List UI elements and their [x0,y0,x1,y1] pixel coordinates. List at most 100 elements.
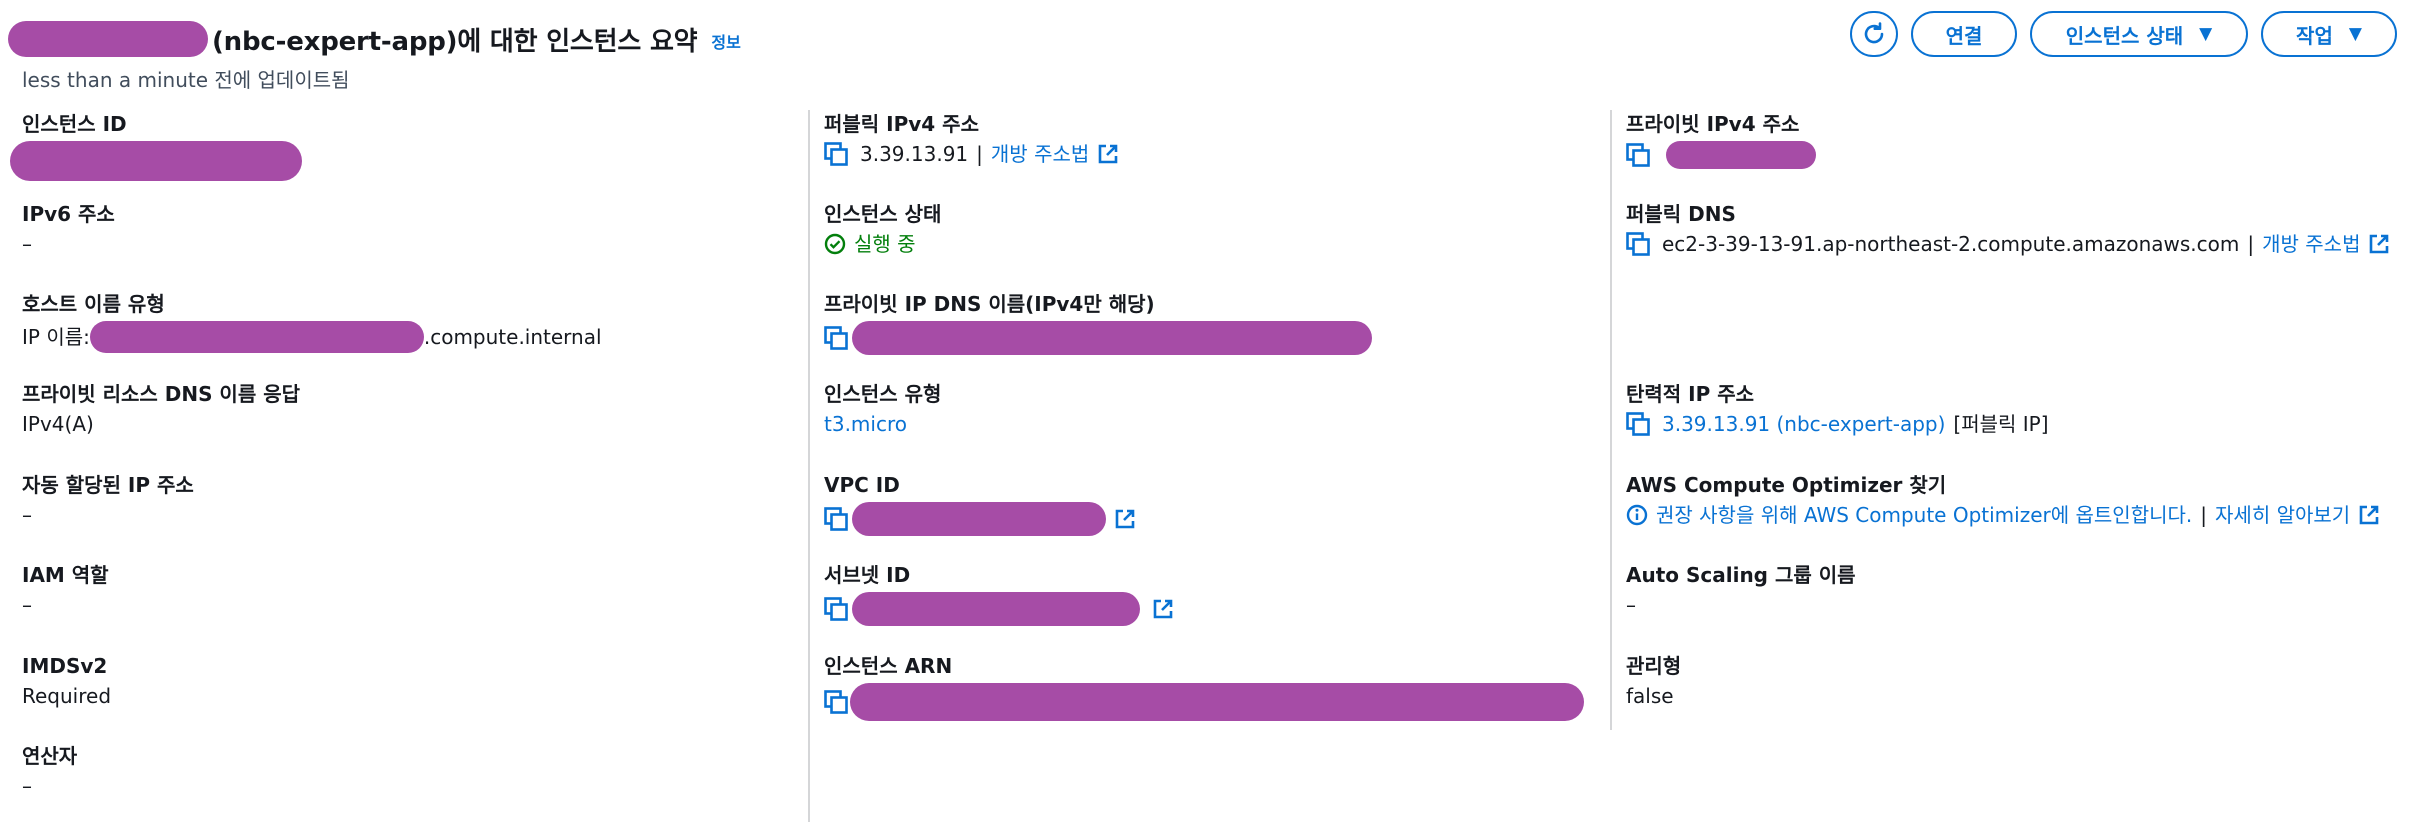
redacted-instance-id [8,21,208,57]
field-instance-type: 인스턴스 유형 t3.micro [824,381,941,437]
elastic-ip-value[interactable]: 3.39.13.91 (nbc-expert-app) [1662,411,1945,437]
field-auto-ip: 자동 할당된 IP 주소 – [22,472,194,528]
imdsv2-value: Required [22,684,112,708]
learn-more-link[interactable]: 자세히 알아보기 [2215,502,2350,528]
redacted-instance-arn [850,683,1584,721]
ipv6-value: – [22,232,32,256]
field-elastic-ip: 탄력적 IP 주소 3.39.13.91 (nbc-expert-app) [퍼… [1626,381,2049,437]
iam-role-value: – [22,593,32,617]
field-private-ipv4: 프라이빗 IPv4 주소 [1626,111,1816,169]
copy-icon[interactable] [1626,412,1652,436]
column-divider [1610,110,1612,730]
info-icon [1626,504,1648,526]
field-imdsv2: IMDSv2 Required [22,653,111,709]
connect-button[interactable]: 연결 [1911,11,2017,57]
page-header: (nbc-expert-app)에 대한 인스턴스 요약 정보 [8,10,741,68]
asg-label: Auto Scaling 그룹 이름 [1626,563,1856,587]
instance-arn-label: 인스턴스 ARN [824,654,953,678]
ipv6-label: IPv6 주소 [22,202,115,226]
caret-down-icon: ▼ [2199,24,2213,44]
updated-timestamp: less than a minute 전에 업데이트됨 [22,68,350,92]
info-link[interactable]: 정보 [711,29,740,53]
managed-value: false [1626,684,1674,708]
external-link-icon[interactable] [2368,233,2390,255]
subnet-id-label: 서브넷 ID [824,563,911,587]
field-vpc-id: VPC ID [824,472,1136,536]
field-instance-state: 인스턴스 상태 실행 중 [824,201,941,257]
field-public-dns: 퍼블릭 DNS ec2-3-39-13-91.ap-northeast-2.co… [1626,201,2390,257]
external-link-icon[interactable] [2358,504,2380,526]
auto-ip-label: 자동 할당된 IP 주소 [22,473,194,497]
field-managed: 관리형 false [1626,653,1681,709]
field-subnet-id: 서브넷 ID [824,562,1174,626]
field-private-dns-answer: 프라이빗 리소스 DNS 이름 응답 IPv4(A) [22,381,300,437]
open-address-link[interactable]: 개방 주소법 [991,141,1089,167]
column-divider [808,110,810,822]
copy-icon[interactable] [824,326,850,350]
instance-state-dropdown-label: 인스턴스 상태 [2065,23,2184,48]
vpc-id-label: VPC ID [824,473,900,497]
private-ip-dns-label: 프라이빗 IP DNS 이름(IPv4만 해당) [824,292,1155,316]
instance-id-label: 인스턴스 ID [22,112,127,136]
separator: | [2200,503,2208,527]
copy-icon[interactable] [824,597,850,621]
iam-role-label: IAM 역할 [22,563,109,587]
managed-label: 관리형 [1626,654,1682,678]
connect-button-label: 연결 [1945,23,1983,48]
external-link-icon[interactable] [1114,508,1136,530]
private-ipv4-label: 프라이빗 IPv4 주소 [1626,112,1800,136]
field-private-ip-dns: 프라이빗 IP DNS 이름(IPv4만 해당) [824,291,1372,355]
instance-state-label: 인스턴스 상태 [824,202,942,226]
imdsv2-label: IMDSv2 [22,654,108,678]
redacted-subnet-id [852,592,1140,626]
copy-icon[interactable] [824,142,850,166]
redacted-private-ip-dns [852,321,1372,355]
caret-down-icon: ▼ [2348,24,2362,44]
public-dns-label: 퍼블릭 DNS [1626,202,1736,226]
separator: | [976,142,983,166]
hostname-type-label: 호스트 이름 유형 [22,292,165,316]
copy-icon[interactable] [1626,143,1652,167]
refresh-button[interactable] [1850,11,1898,57]
field-instance-arn: 인스턴스 ARN [824,653,1584,721]
external-link-icon[interactable] [1097,143,1119,165]
public-dns-value: ec2-3-39-13-91.ap-northeast-2.compute.am… [1662,232,2240,256]
optimizer-opt-in-link[interactable]: 권장 사항을 위해 AWS Compute Optimizer에 옵트인합니다. [1656,502,2192,528]
redacted-vpc-id [852,502,1106,536]
auto-ip-value: – [22,503,32,527]
field-instance-id: 인스턴스 ID [10,111,302,181]
hostname-type-value: IP 이름: .compute.internal [22,321,602,353]
field-operator: 연산자 – [22,743,77,799]
copy-icon[interactable] [824,507,850,531]
status-success-icon [824,233,846,255]
field-auto-scaling-group: Auto Scaling 그룹 이름 – [1626,562,1856,618]
actions-dropdown-label: 작업 [2296,23,2333,48]
operator-value: – [22,774,32,798]
optimizer-label: AWS Compute Optimizer 찾기 [1626,473,1947,497]
private-dns-answer-value: IPv4(A) [22,412,94,436]
copy-icon[interactable] [1626,232,1652,256]
field-hostname-type: 호스트 이름 유형 IP 이름: .compute.internal [22,291,602,353]
field-compute-optimizer: AWS Compute Optimizer 찾기 권장 사항을 위해 AWS C… [1626,472,2380,528]
instance-state-dropdown[interactable]: 인스턴스 상태 ▼ [2030,11,2248,57]
external-link-icon[interactable] [1152,598,1174,620]
hostname-suffix: .compute.internal [423,325,602,349]
instance-type-value[interactable]: t3.micro [824,411,941,437]
redacted-hostname [89,321,424,353]
copy-icon[interactable] [824,690,850,714]
refresh-icon [1864,22,1884,44]
field-ipv6: IPv6 주소 – [22,201,115,257]
redacted-instance-id [10,141,302,181]
elastic-ip-suffix: [퍼블릭 IP] [1953,412,2049,436]
asg-value: – [1626,593,1636,617]
page-title: (nbc-expert-app)에 대한 인스턴스 요약 [212,26,698,57]
field-public-ipv4: 퍼블릭 IPv4 주소 3.39.13.91 | 개방 주소법 [824,111,1119,167]
open-address-link[interactable]: 개방 주소법 [2262,231,2360,257]
elastic-ip-label: 탄력적 IP 주소 [1626,382,1755,406]
public-ipv4-label: 퍼블릭 IPv4 주소 [824,112,979,136]
hostname-prefix: IP 이름: [22,325,90,349]
instance-state-value: 실행 중 [854,232,916,256]
actions-dropdown[interactable]: 작업 ▼ [2261,11,2397,57]
public-ipv4-value: 3.39.13.91 [860,142,969,166]
instance-type-label: 인스턴스 유형 [824,382,942,406]
